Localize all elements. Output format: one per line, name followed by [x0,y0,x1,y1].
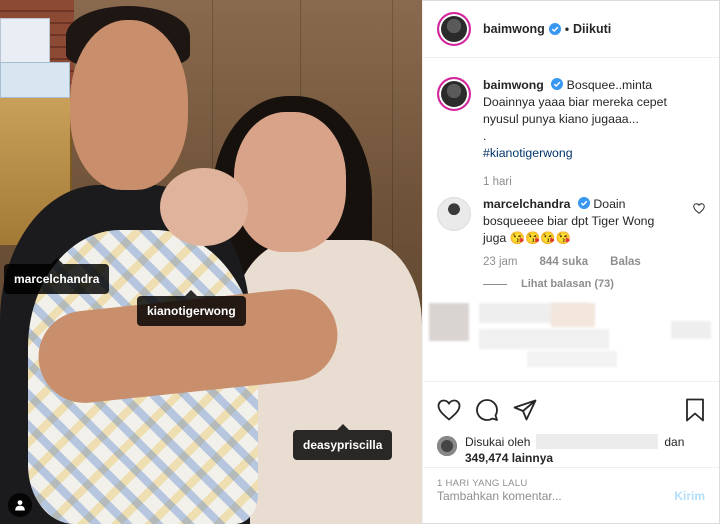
emoji: 😘 [555,231,571,245]
header-username[interactable]: baimwong [483,22,545,36]
post-comment-button[interactable]: Kirim [674,489,705,503]
verified-badge-icon [577,197,590,209]
comment-likes-count[interactable]: 844 suka [540,256,589,268]
hashtag-link[interactable]: #kianotigerwong [483,146,573,160]
avatar[interactable] [437,197,471,231]
emoji: 😘 [540,231,556,245]
follow-status-button[interactable]: Diikuti [573,22,611,36]
emoji: 😘 [524,231,541,245]
bookmark-icon[interactable] [685,398,705,422]
caption-line: Bosquee..minta [566,78,653,92]
comment-text: marcelchandra Doain bosqueeee biar dpt T… [483,196,654,247]
photo-tag-marcelchandra[interactable]: marcelchandra [4,258,110,294]
action-icons-row [437,390,705,430]
comment-item: marcelchandra Doain bosqueeee biar dpt T… [437,197,705,247]
baby-face [160,168,248,246]
woman-face [234,112,346,252]
verified-badge-icon [548,23,561,35]
add-comment-bar: Tambahkan komentar... Kirim [423,467,719,523]
likes-text: Disukai oleh dan 349,474 lainnya [465,434,684,466]
comment-line: bosqueeee biar dpt Tiger Wong [483,214,655,228]
post-side-panel: baimwong • Diikuti baimwong Bosquee..min… [422,0,720,524]
comment-meta: 23 jam 844 suka Balas [483,256,705,268]
comment-username[interactable]: marcelchandra [483,197,571,211]
reply-button[interactable]: Balas [610,256,641,268]
obscured-content [527,351,617,367]
caption-line: . [483,129,487,143]
comment-icon[interactable] [475,398,499,422]
likes-count-link[interactable]: 349,474 lainnya [465,451,553,465]
obscured-liker-name [536,434,659,449]
heart-icon[interactable] [437,399,461,421]
photo-tag-kianotigerwong[interactable]: kianotigerwong [137,290,246,326]
obscured-content [479,329,609,349]
obscured-content [671,321,711,339]
liker-avatar[interactable] [437,436,457,456]
caption-meta: 1 hari [483,176,705,188]
man-face [70,20,188,190]
obscured-avatar [429,303,469,341]
avatar[interactable] [437,12,471,46]
comment-line: Doain [593,197,626,211]
emoji: 😘 [509,231,525,245]
caption-username[interactable]: baimwong [483,78,544,92]
likes-summary: Disukai oleh dan 349,474 lainnya [437,434,705,466]
view-replies-label: Lihat balasan (73) [521,278,614,290]
share-icon[interactable] [513,399,537,421]
avatar[interactable] [437,77,471,111]
obscured-content [551,303,595,327]
caption: baimwong Bosquee..minta Doainnya yaaa bi… [437,77,705,162]
divider [483,283,507,285]
comment-line: juga [483,231,507,245]
caption-line: nyusul punya kiano jugaaa... [483,112,639,126]
post-header: baimwong • Diikuti [423,1,719,58]
liked-by-prefix: Disukai oleh [465,435,531,449]
view-replies-button[interactable]: Lihat balasan (73) [483,278,705,290]
tagged-users-button[interactable] [8,493,32,517]
separator-dot: • [564,22,570,36]
box [0,62,70,98]
caption-time[interactable]: 1 hari [483,176,512,188]
comments-section[interactable]: baimwong Bosquee..minta Doainnya yaaa bi… [423,59,719,381]
liked-by-and: dan [664,435,685,449]
post-photo[interactable]: marcelchandra kianotigerwong deasyprisci… [0,0,422,524]
caption-line: Doainnya yaaa biar mereka cepet [483,95,667,109]
like-comment-heart-icon[interactable] [693,203,705,214]
verified-badge-icon [551,78,564,90]
comment-time[interactable]: 23 jam [483,256,518,268]
photo-tag-deasypriscilla[interactable]: deasypriscilla [293,424,393,460]
comment-input[interactable]: Tambahkan komentar... [437,489,674,503]
caption-text: baimwong Bosquee..minta Doainnya yaaa bi… [483,77,667,162]
user-icon [15,500,25,511]
